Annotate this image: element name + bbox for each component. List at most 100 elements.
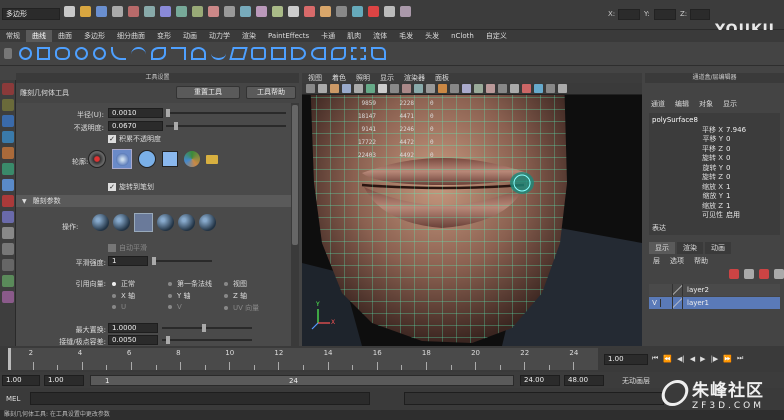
snap-grid-icon[interactable] xyxy=(224,6,235,17)
channel-attr-row[interactable]: 旋转 Y0 xyxy=(649,163,780,173)
viewport-tool-icon[interactable] xyxy=(378,84,387,93)
select-object-icon[interactable] xyxy=(128,6,139,17)
move-tool-icon[interactable] xyxy=(2,131,14,143)
channel-attr-row[interactable]: 缩放 Z1 xyxy=(649,201,780,211)
manipulator-icon[interactable] xyxy=(2,195,14,207)
ref-vector-option[interactable]: U xyxy=(112,303,126,311)
ref-vector-option[interactable]: 视图 xyxy=(224,279,247,289)
layer-visibility-toggle[interactable]: V xyxy=(649,299,661,307)
viewport-tool-icon[interactable] xyxy=(414,84,423,93)
channel-menu-item[interactable]: 编辑 xyxy=(675,99,689,109)
four-view-icon[interactable] xyxy=(2,243,14,255)
viewport-tool-icon[interactable] xyxy=(522,84,531,93)
layer-tab[interactable]: 显示 xyxy=(649,242,675,254)
viewport-tool-icon[interactable] xyxy=(450,84,459,93)
go-to-start-icon[interactable]: ⏮ xyxy=(652,354,658,363)
ref-vector-option[interactable]: 第一条法线 xyxy=(168,279,212,289)
save-scene-icon[interactable] xyxy=(96,6,107,17)
radius-u-slider[interactable] xyxy=(166,109,286,117)
curve-spiral-icon[interactable] xyxy=(191,47,206,60)
shelf-tab[interactable]: 渲染 xyxy=(236,30,262,42)
viewport-tool-icon[interactable] xyxy=(318,84,327,93)
channel-attr-value[interactable]: 0 xyxy=(723,154,730,162)
playback-start-field[interactable]: 1.00 xyxy=(44,375,84,386)
paint-select-icon[interactable] xyxy=(2,115,14,127)
last-tool-icon[interactable] xyxy=(2,211,14,223)
shelf-tab[interactable]: 动画 xyxy=(177,30,203,42)
viewport-tool-icon[interactable] xyxy=(486,84,495,93)
snap-plane-icon[interactable] xyxy=(272,6,283,17)
shelf-tab[interactable]: 常规 xyxy=(0,30,26,42)
curve-text-icon[interactable] xyxy=(229,47,248,60)
select-component-icon[interactable] xyxy=(144,6,155,17)
radius-u-field[interactable]: 0.0010 xyxy=(108,108,163,118)
graph-view-icon[interactable] xyxy=(2,275,14,287)
rotate-to-stroke-checkbox[interactable]: ✓ 旋转到笔划 xyxy=(108,182,154,192)
folder-icon[interactable] xyxy=(206,154,218,164)
tool-panel-scrollbar[interactable] xyxy=(291,103,299,346)
viewport-tool-icon[interactable] xyxy=(498,84,507,93)
time-ruler[interactable]: 2 4 6 8 10 12 14 16 18 20 22 24 xyxy=(8,348,598,370)
viewport-tool-icon[interactable] xyxy=(342,84,351,93)
single-view-icon[interactable] xyxy=(2,227,14,239)
viewport-menu-item[interactable]: 着色 xyxy=(332,73,346,83)
lasso-tool-icon[interactable] xyxy=(2,99,14,111)
x-field[interactable] xyxy=(618,9,640,20)
surface-birail-icon[interactable] xyxy=(331,47,346,60)
viewport-menu-item[interactable]: 面板 xyxy=(435,73,449,83)
render-icon[interactable] xyxy=(304,6,315,17)
layer-color-swatch[interactable] xyxy=(673,284,683,296)
outliner-view-icon[interactable] xyxy=(2,259,14,271)
select-hierarchy-icon[interactable] xyxy=(112,6,123,17)
curve-ep-icon[interactable] xyxy=(131,47,146,60)
channel-attr-row[interactable]: 缩放 Y1 xyxy=(649,192,780,202)
viewport-menu-item[interactable]: 显示 xyxy=(380,73,394,83)
viewport-tool-icon[interactable] xyxy=(558,84,567,93)
menu-set-dropdown[interactable]: 多边形 xyxy=(2,8,60,20)
surface-planar-icon[interactable] xyxy=(271,47,286,60)
step-back-icon[interactable]: ⏪ xyxy=(663,355,672,363)
viewport-3d[interactable]: 9859 2228 0 18147 4471 0 9141 2246 0 17722 4472 0 22… xyxy=(302,73,642,346)
shelf-tab[interactable]: 毛发 xyxy=(393,30,419,42)
ipr-render-icon[interactable] xyxy=(320,6,331,17)
viewport-tool-icon[interactable] xyxy=(330,84,339,93)
profile-gaussian-icon[interactable] xyxy=(88,150,106,168)
shelf-tab[interactable]: 细分曲面 xyxy=(111,30,151,42)
channel-attr-value[interactable]: 1 xyxy=(723,202,730,210)
accumulate-checkbox[interactable]: ✓ 积累不透明度 xyxy=(108,134,161,144)
profile-solid-icon[interactable] xyxy=(138,150,156,168)
select-face-icon[interactable] xyxy=(192,6,203,17)
auto-smooth-checkbox[interactable]: 自动平滑 xyxy=(108,243,147,253)
layer-playback-toggle[interactable] xyxy=(661,297,673,309)
select-uv-icon[interactable] xyxy=(208,6,219,17)
move-layer-down-icon[interactable] xyxy=(774,269,784,279)
channel-attr-row[interactable]: 缩放 X1 xyxy=(649,182,780,192)
curve-arc-icon[interactable] xyxy=(151,47,166,60)
layer-menu-item[interactable]: 选项 xyxy=(670,256,684,266)
channel-attr-value[interactable]: 7.946 xyxy=(723,126,746,134)
mel-label[interactable]: MEL xyxy=(6,395,20,403)
mel-input[interactable] xyxy=(30,392,370,405)
snap-point-icon[interactable] xyxy=(256,6,267,17)
poly-circle2-icon[interactable] xyxy=(75,47,88,60)
profile-square-icon[interactable] xyxy=(162,151,178,167)
new-scene-icon[interactable] xyxy=(64,6,75,17)
viewport-tool-icon[interactable] xyxy=(402,84,411,93)
shelf-tab[interactable]: 头发 xyxy=(419,30,445,42)
layer-color-swatch[interactable] xyxy=(673,297,683,309)
ref-vector-option[interactable]: X 轴 xyxy=(112,291,135,301)
lasso-icon[interactable] xyxy=(400,6,411,17)
shelf-tab[interactable]: 流体 xyxy=(367,30,393,42)
seam-tol-field[interactable]: 0.0050 xyxy=(108,335,158,345)
play-forward-icon[interactable]: ▶ xyxy=(700,355,705,363)
poly-square-icon[interactable] xyxy=(37,47,50,60)
viewport-menu-item[interactable]: 视图 xyxy=(308,73,322,83)
curve-offset-icon[interactable] xyxy=(211,47,226,60)
shelf-tab[interactable]: nCloth xyxy=(445,30,480,42)
profile-image-icon[interactable] xyxy=(184,151,200,167)
layer-tab[interactable]: 动画 xyxy=(705,242,731,254)
reset-tool-button[interactable]: 重置工具 xyxy=(176,86,240,99)
viewport-tool-icon[interactable] xyxy=(306,84,315,93)
surface-loft-icon[interactable] xyxy=(251,47,266,60)
sculpt-tool-icon[interactable] xyxy=(2,179,14,191)
